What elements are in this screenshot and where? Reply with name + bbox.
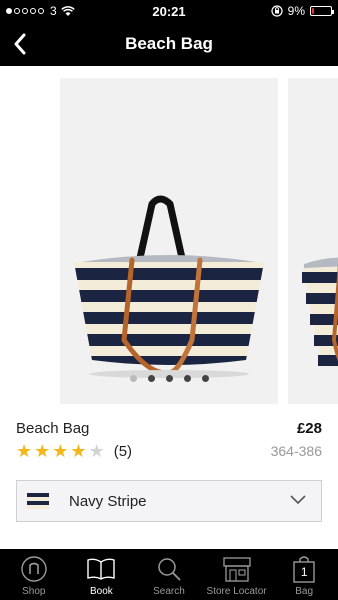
next-product-image[interactable] xyxy=(288,78,338,404)
product-code: 364-386 xyxy=(270,443,322,459)
store-icon xyxy=(222,554,252,584)
gallery-pager[interactable] xyxy=(0,375,338,382)
tab-search[interactable]: Search xyxy=(135,549,203,600)
status-bar: 3 20:21 9% xyxy=(0,0,338,22)
battery-percent: 9% xyxy=(287,4,305,18)
status-right: 9% xyxy=(271,4,334,18)
tab-bag[interactable]: 1 Bag xyxy=(270,549,338,600)
pager-dot[interactable] xyxy=(183,375,191,382)
tab-label: Shop xyxy=(22,586,46,597)
pager-dot[interactable] xyxy=(147,375,155,382)
product-image[interactable] xyxy=(60,78,278,404)
tab-store-locator[interactable]: Store Locator xyxy=(203,549,271,600)
tab-book[interactable]: Book xyxy=(68,549,136,600)
tab-bar: Shop Book Search Store Locator 1 Bag xyxy=(0,549,338,600)
star-icon: ★ xyxy=(70,441,87,461)
tab-label: Search xyxy=(153,586,185,597)
tab-label: Store Locator xyxy=(206,586,267,597)
product-price: £28 xyxy=(296,420,322,437)
pager-dot[interactable] xyxy=(201,375,209,382)
star-icon: ★ xyxy=(34,441,51,461)
star-icon: ★ xyxy=(16,441,33,461)
colour-swatch xyxy=(27,493,49,509)
nav-bar: Beach Bag xyxy=(0,22,338,66)
star-icon: ★ xyxy=(52,441,69,461)
product-gallery[interactable] xyxy=(0,66,338,406)
book-icon xyxy=(86,554,116,584)
chevron-down-icon xyxy=(290,495,306,505)
battery-fill xyxy=(312,8,314,14)
beach-bag-image xyxy=(74,195,264,378)
tab-label: Book xyxy=(89,586,113,597)
pager-dot[interactable] xyxy=(165,375,173,382)
product-screen: 3 20:21 9% Beach Bag Beach Bag £28 ★ ★ ★… xyxy=(0,0,338,600)
tab-label: Bag xyxy=(295,586,314,597)
tab-shop[interactable]: Shop xyxy=(0,549,68,600)
product-name: Beach Bag xyxy=(16,420,90,437)
orientation-lock-icon xyxy=(271,5,283,17)
search-icon xyxy=(156,554,182,584)
battery-icon xyxy=(310,6,334,16)
colour-selected-value: Navy Stripe xyxy=(69,492,147,510)
beach-bag-image xyxy=(302,257,338,368)
rating-stars: ★ ★ ★ ★ ★ xyxy=(16,442,105,460)
review-count: (5) xyxy=(113,442,133,460)
product-rating[interactable]: ★ ★ ★ ★ ★ (5) xyxy=(16,442,132,460)
star-icon: ★ xyxy=(88,441,105,461)
bag-icon: 1 xyxy=(292,554,316,584)
colour-dropdown[interactable]: Navy Stripe xyxy=(16,480,322,522)
pager-dot[interactable] xyxy=(129,375,137,382)
page-title: Beach Bag xyxy=(125,34,213,53)
bag-count-badge: 1 xyxy=(300,565,308,579)
shop-n-icon xyxy=(20,554,48,584)
